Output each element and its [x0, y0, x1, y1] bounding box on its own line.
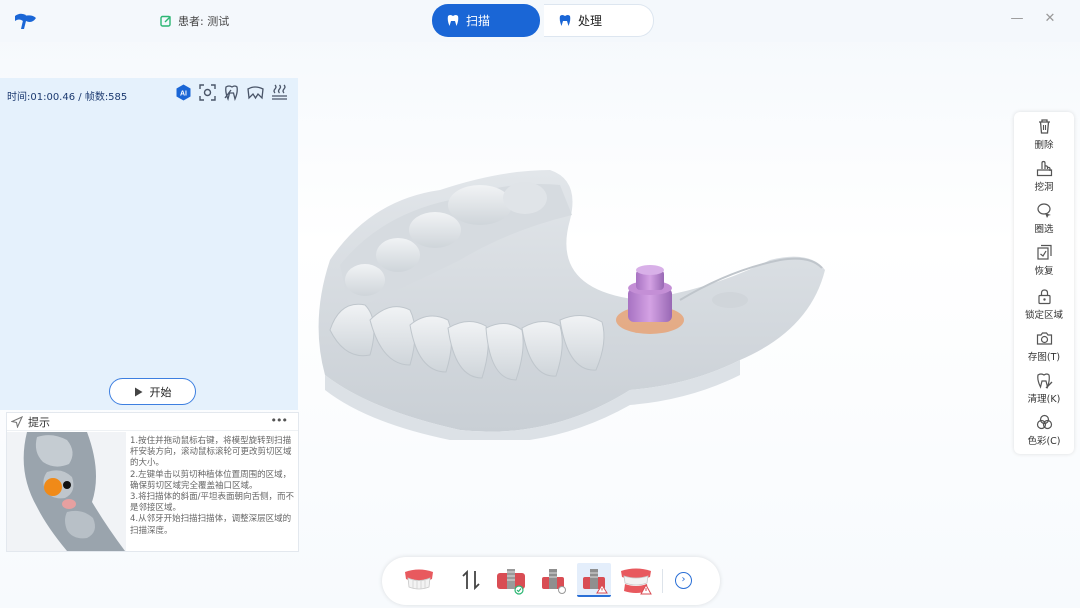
- scan-panel: 时间:01:00.46 / 帧数:585 AI 开始: [0, 78, 298, 410]
- hint-title: 提示: [28, 415, 50, 429]
- lasso-icon: [1036, 203, 1051, 218]
- lock-region-tool[interactable]: 锁定区域: [1014, 288, 1074, 321]
- send-icon: [11, 415, 23, 428]
- tooth-brush-icon[interactable]: [223, 84, 240, 101]
- camera-icon: [1036, 332, 1052, 345]
- tab-process[interactable]: 处理: [544, 4, 654, 37]
- restore-tool[interactable]: 恢复: [1014, 244, 1074, 277]
- close-button[interactable]: ✕: [1043, 12, 1057, 26]
- color-icon: [1036, 414, 1052, 430]
- start-label: 开始: [149, 385, 172, 399]
- scanbody-check-button[interactable]: [494, 563, 528, 597]
- bottom-toolbar: ›: [382, 557, 720, 605]
- focus-frame-icon[interactable]: [199, 84, 216, 101]
- scanbody-icon: [542, 569, 566, 594]
- full-arch-warning-button[interactable]: [619, 563, 653, 597]
- scanbody-check-icon: [497, 569, 525, 595]
- color-tool[interactable]: 色彩(C): [1014, 414, 1074, 447]
- minimize-button[interactable]: —: [1010, 12, 1024, 26]
- tooth-process-icon: [559, 15, 571, 26]
- clean-tool[interactable]: 清理(K): [1014, 372, 1074, 405]
- swap-jaw-icon: [462, 569, 480, 591]
- delete-label: 删除: [1034, 140, 1054, 151]
- patient-info[interactable]: 患者: 测试: [160, 13, 229, 29]
- scanbody-warning-icon: [583, 569, 608, 594]
- hint-header: 提示: [7, 413, 298, 431]
- dental-3d-model[interactable]: [310, 160, 830, 440]
- hint-text: 1.按住并拖动鼠标右键，将模型旋转到扫描杆安装方向，滚动鼠标滚轮可更改剪切区域的…: [130, 436, 298, 537]
- mode-tabs: 扫描 处理: [432, 4, 654, 37]
- restore-icon: [1036, 244, 1052, 260]
- tab-process-label: 处理: [578, 14, 603, 28]
- toolbar-divider: [662, 569, 663, 593]
- scan-tools: AI: [175, 84, 288, 101]
- lock-icon: [1037, 289, 1051, 305]
- title-bar: 患者: 测试 扫描 处理 — ✕: [0, 0, 1080, 42]
- dig-hole-tool[interactable]: 挖洞: [1014, 160, 1074, 193]
- start-button[interactable]: 开始: [109, 378, 196, 405]
- svg-text:AI: AI: [180, 91, 187, 98]
- hint-line: 1.按住并拖动鼠标右键，将模型旋转到扫描杆安装方向，滚动鼠标滚轮可更改剪切区域的…: [130, 436, 294, 536]
- lasso-tool[interactable]: 圈选: [1014, 202, 1074, 235]
- swap-jaw-button[interactable]: [454, 563, 488, 597]
- ai-icon[interactable]: AI: [175, 84, 192, 101]
- color-label: 色彩(C): [1027, 436, 1061, 447]
- restore-label: 恢复: [1034, 266, 1054, 277]
- app-logo: [15, 13, 36, 29]
- lock-region-label: 锁定区域: [1024, 310, 1063, 321]
- clean-icon: [1036, 373, 1052, 389]
- save-image-tool[interactable]: 存图(T): [1014, 330, 1074, 363]
- play-icon: [134, 387, 142, 396]
- edit-icon: [160, 15, 171, 27]
- trash-icon: [1038, 119, 1050, 134]
- delete-tool[interactable]: 删除: [1014, 118, 1074, 151]
- clean-label: 清理(K): [1027, 394, 1061, 405]
- heat-icon[interactable]: [271, 84, 288, 101]
- dig-hole-label: 挖洞: [1034, 182, 1054, 193]
- tab-scan[interactable]: 扫描: [432, 4, 540, 37]
- tab-scan-label: 扫描: [466, 14, 491, 28]
- hint-panel: 提示 ••• 1.按住并拖动鼠标右键，将模型旋转到扫描杆安装方向，滚动鼠标滚轮可…: [6, 412, 299, 552]
- hint-illustration: [7, 432, 126, 551]
- scan-stats: 时间:01:00.46 / 帧数:585: [7, 92, 128, 103]
- upper-jaw-button[interactable]: [402, 563, 436, 597]
- next-step-button[interactable]: ›: [675, 572, 692, 589]
- save-image-label: 存图(T): [1027, 352, 1061, 363]
- tooth-scan-icon: [447, 15, 459, 26]
- upper-jaw-icon: [405, 569, 433, 590]
- right-toolbar: 删除 挖洞 圈选 恢复 锁定区域 存图(T) 清理(K) 色彩(C): [1014, 112, 1074, 454]
- lasso-label: 圈选: [1034, 224, 1054, 235]
- scanbody-warning-button[interactable]: [577, 563, 611, 597]
- gum-icon[interactable]: [247, 84, 264, 101]
- scanbody-button[interactable]: [536, 563, 570, 597]
- more-button[interactable]: •••: [271, 414, 288, 427]
- full-arch-warning-icon: [621, 568, 652, 595]
- patient-label: 患者: 测试: [178, 15, 230, 28]
- dig-hole-icon: [1036, 160, 1052, 177]
